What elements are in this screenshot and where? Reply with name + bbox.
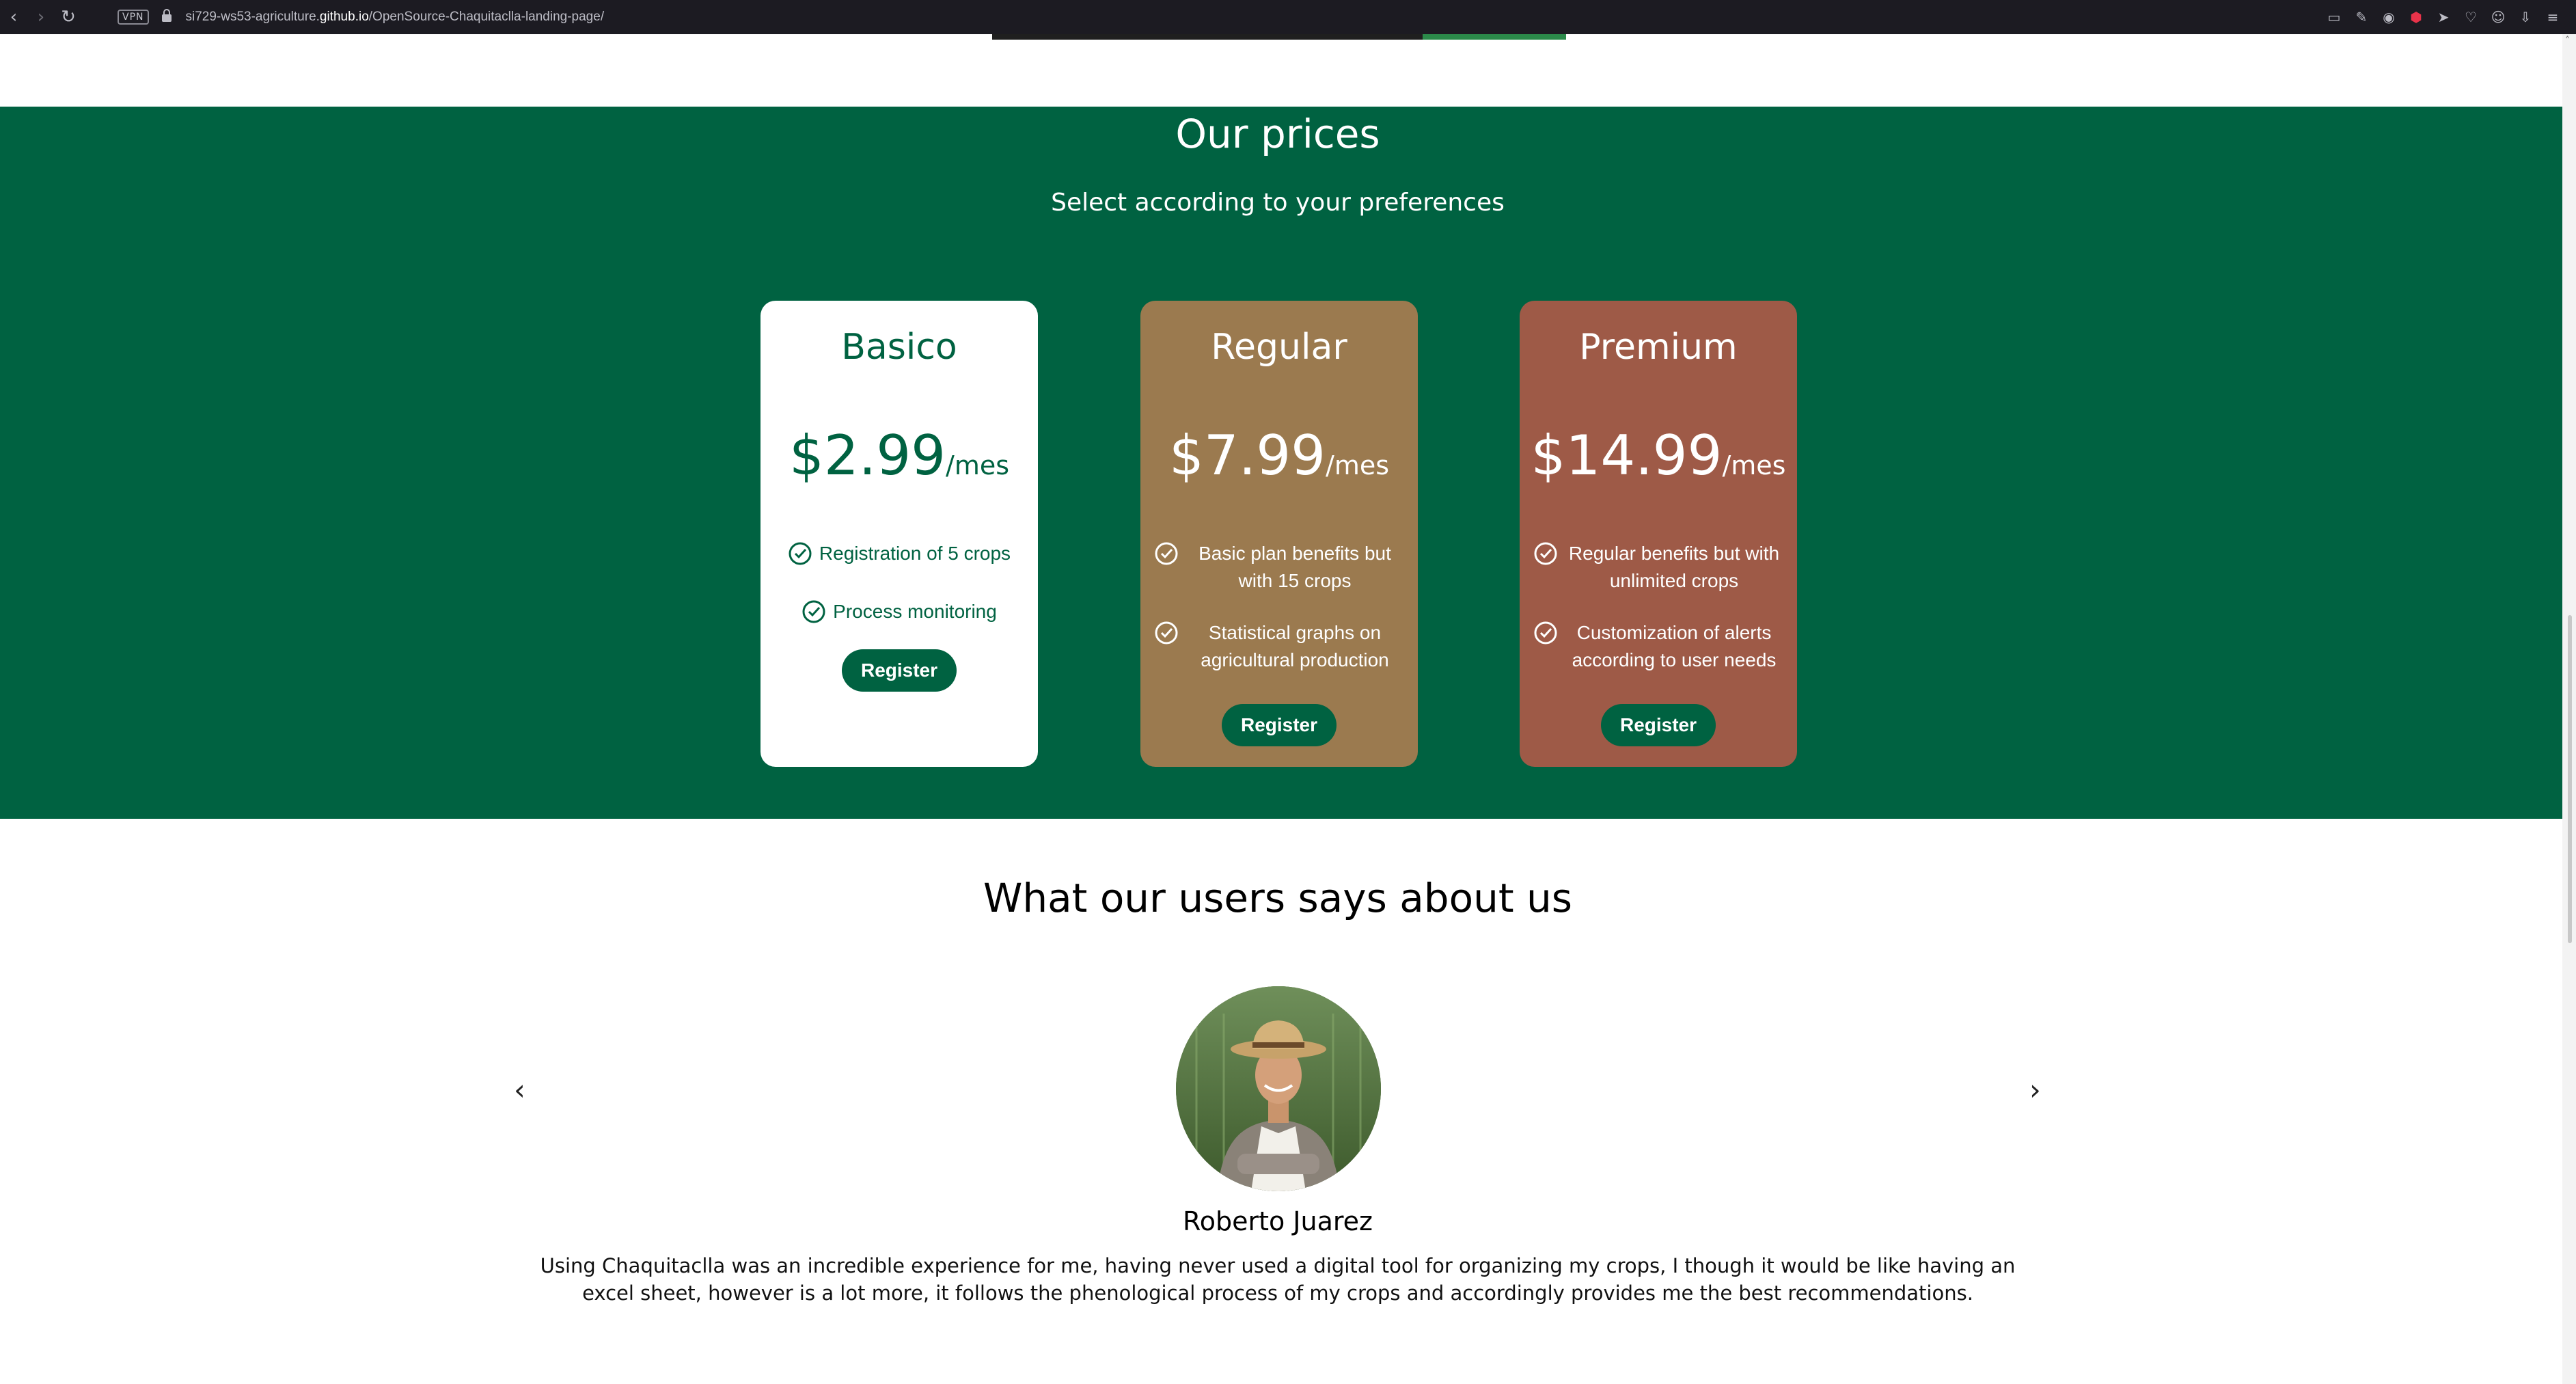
plan-price: $2.99/mes <box>761 424 1038 487</box>
url-prefix: si729-ws53-agriculture. <box>185 10 320 24</box>
lock-icon[interactable] <box>161 8 172 26</box>
reader-view-icon[interactable]: ▭ <box>2320 9 2348 25</box>
profile-icon[interactable]: ☺ <box>2484 9 2512 25</box>
feature-text: Process monitoring <box>833 601 997 622</box>
carousel-prev-button[interactable]: ‹ <box>514 1073 525 1107</box>
camera-icon[interactable]: ◉ <box>2375 9 2402 25</box>
address-bar[interactable]: si729-ws53-agriculture.github.io/OpenSou… <box>186 10 605 25</box>
url-domain: github.io <box>319 10 369 24</box>
feature-text: Basic plan benefits but with 15 crops <box>1198 543 1391 591</box>
plan-name: Basico <box>841 327 957 368</box>
scrollbar-thumb[interactable] <box>2568 615 2572 943</box>
plan-feature: Statistical graphs on agricultural produ… <box>1154 619 1404 674</box>
register-button-basico[interactable]: Register <box>842 649 957 692</box>
testimonial-name: Roberto Juarez <box>1183 1206 1373 1236</box>
plan-features: Registration of 5 crops Process monitori… <box>774 540 1024 656</box>
check-circle-icon <box>1533 621 1558 653</box>
carousel-next-button[interactable]: › <box>2029 1073 2041 1107</box>
plan-card-premium: Premium $14.99/mes Regular benefits but … <box>1520 301 1797 767</box>
back-icon[interactable]: ‹ <box>0 0 27 34</box>
scroll-up-icon[interactable]: ˄ <box>2565 36 2570 46</box>
heart-icon[interactable]: ♡ <box>2457 9 2484 25</box>
plan-features: Regular benefits but with unlimited crop… <box>1533 540 1783 698</box>
price-unit: /mes <box>946 450 1010 480</box>
edit-icon[interactable]: ✎ <box>2348 9 2375 25</box>
plan-features: Basic plan benefits but with 15 crops St… <box>1154 540 1404 698</box>
check-circle-icon <box>788 541 812 573</box>
feature-text: Customization of alerts according to use… <box>1572 622 1777 670</box>
testimonials-title: What our users says about us <box>983 875 1572 921</box>
check-circle-icon <box>1533 541 1558 573</box>
page-scrollbar[interactable]: ˄ <box>2562 34 2576 1384</box>
browser-toolbar: ‹ › ↻ VPN si729-ws53-agriculture.github.… <box>0 0 2576 34</box>
plan-name: Premium <box>1579 327 1738 368</box>
prices-section: Our prices Select according to your pref… <box>0 107 2562 819</box>
testimonial-quote: Using Chaquitaclla was an incredible exp… <box>540 1254 2016 1305</box>
plan-feature: Basic plan benefits but with 15 crops <box>1154 540 1404 595</box>
price-unit: /mes <box>1722 450 1786 480</box>
plan-feature: Process monitoring <box>774 598 1024 632</box>
feature-text: Registration of 5 crops <box>819 543 1011 564</box>
send-icon[interactable]: ➤ <box>2430 9 2457 25</box>
plan-price: $7.99/mes <box>1140 424 1418 487</box>
menu-icon[interactable]: ≡ <box>2539 9 2566 25</box>
reload-icon[interactable]: ↻ <box>55 0 82 34</box>
check-circle-icon <box>1154 621 1179 653</box>
download-icon[interactable]: ⇩ <box>2512 9 2539 25</box>
toolbar-actions: ▭ ✎ ◉ ⬢ ➤ ♡ ☺ ⇩ ≡ <box>2320 0 2566 34</box>
plan-card-basico: Basico $2.99/mes Registration of 5 crops… <box>761 301 1038 767</box>
register-button-regular[interactable]: Register <box>1222 704 1337 746</box>
price-amount: $14.99 <box>1531 424 1723 487</box>
price-amount: $2.99 <box>789 424 946 487</box>
price-amount: $7.99 <box>1168 424 1326 487</box>
check-circle-icon <box>801 599 826 632</box>
testimonial-avatar <box>1176 986 1381 1191</box>
vpn-badge[interactable]: VPN <box>118 10 149 25</box>
forward-icon[interactable]: › <box>27 0 55 34</box>
previous-section-remnant <box>992 34 1566 40</box>
plan-card-regular: Regular $7.99/mes Basic plan benefits bu… <box>1140 301 1418 767</box>
feature-text: Regular benefits but with unlimited crop… <box>1568 543 1780 591</box>
feature-text: Statistical graphs on agricultural produ… <box>1201 622 1389 670</box>
plan-price: $14.99/mes <box>1520 424 1797 487</box>
prices-subtitle: Select according to your preferences <box>1051 189 1505 217</box>
shield-icon[interactable]: ⬢ <box>2402 9 2430 25</box>
plan-feature: Customization of alerts according to use… <box>1533 619 1783 674</box>
plan-name: Regular <box>1211 327 1347 368</box>
register-button-premium[interactable]: Register <box>1601 704 1716 746</box>
prices-title: Our prices <box>1175 111 1380 157</box>
plan-feature: Registration of 5 crops <box>774 540 1024 573</box>
check-circle-icon <box>1154 541 1179 573</box>
plan-feature: Regular benefits but with unlimited crop… <box>1533 540 1783 595</box>
previous-section-accent <box>1423 34 1566 40</box>
price-unit: /mes <box>1326 450 1390 480</box>
url-path: /OpenSource-Chaquitaclla-landing-page/ <box>368 10 605 24</box>
